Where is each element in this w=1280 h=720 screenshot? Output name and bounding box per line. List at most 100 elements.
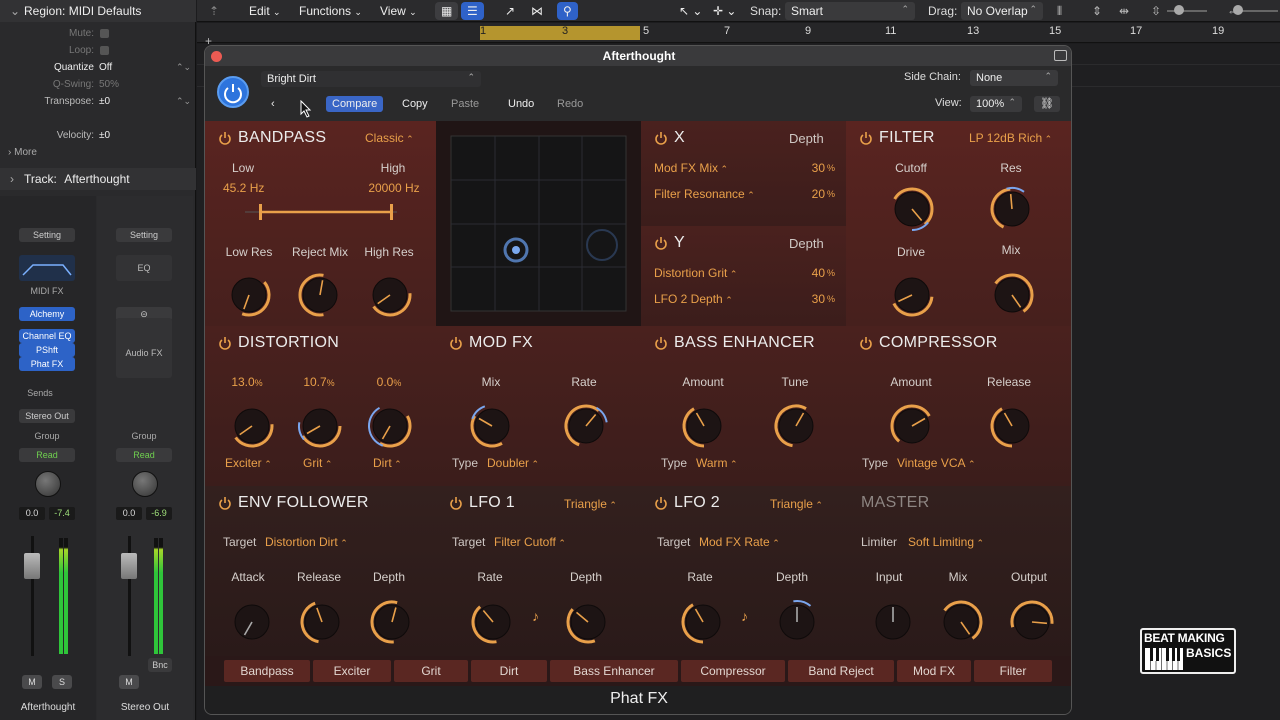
- power-icon[interactable]: [654, 236, 668, 250]
- param-velocity[interactable]: Velocity: ±0: [0, 127, 196, 144]
- compressor-amount-knob[interactable]: [886, 400, 938, 457]
- mute-button[interactable]: M: [22, 675, 42, 689]
- drag-select[interactable]: No Overlap: [961, 0, 1043, 20]
- timeline-ruler[interactable]: 1 3 5 7 9 11 13 15 17 19: [197, 23, 1280, 43]
- link-icon[interactable]: ⛓: [1034, 96, 1060, 112]
- x-target-select[interactable]: Filter Resonance: [654, 187, 755, 201]
- order-tab-bandpass[interactable]: Bandpass: [224, 660, 310, 682]
- mod-fx-type-select[interactable]: Doubler: [487, 456, 539, 470]
- param-transpose[interactable]: Transpose: ±0 ⌃⌄: [0, 93, 196, 110]
- y-target-select[interactable]: LFO 2 Depth: [654, 292, 733, 306]
- mute-button[interactable]: M: [119, 675, 139, 689]
- horizontal-zoom-slider[interactable]: [1242, 10, 1278, 12]
- power-icon[interactable]: [217, 76, 249, 108]
- env-release-knob[interactable]: [296, 596, 348, 653]
- lfo2-depth-knob[interactable]: [771, 596, 823, 653]
- order-tab-compressor[interactable]: Compressor: [681, 660, 785, 682]
- previous-preset-icon[interactable]: ‹: [265, 96, 281, 112]
- insert-slot-phat-fx[interactable]: Phat FX: [19, 357, 75, 371]
- low-frequency-value[interactable]: 45.2 Hz: [213, 181, 275, 195]
- power-icon[interactable]: [654, 336, 668, 350]
- track-header[interactable]: › Track: Afterthought: [0, 168, 196, 190]
- horizontal-zoom-icon[interactable]: ⇹: [1119, 3, 1129, 19]
- secondary-tool-icon[interactable]: ✛ ⌄: [705, 2, 744, 20]
- snap-select[interactable]: Smart: [785, 0, 915, 20]
- env-target-select[interactable]: Distortion Dirt: [265, 535, 348, 549]
- order-tab-mod-fx[interactable]: Mod FX: [897, 660, 971, 682]
- audio-fx-slot[interactable]: Audio FX: [116, 318, 172, 378]
- order-tab-exciter[interactable]: Exciter: [313, 660, 391, 682]
- lfo1-rate-knob[interactable]: [467, 596, 519, 653]
- insert-slot-pshft[interactable]: PShft: [19, 343, 75, 357]
- y-target-select[interactable]: Distortion Grit: [654, 266, 737, 280]
- exciter-select[interactable]: Exciter: [225, 456, 272, 470]
- power-icon[interactable]: [449, 496, 463, 510]
- tempo-sync-note-icon[interactable]: ♪: [741, 608, 748, 624]
- plugin-title-bar[interactable]: Afterthought: [205, 46, 1071, 66]
- volume-fader[interactable]: [24, 553, 40, 579]
- power-icon[interactable]: [859, 336, 873, 350]
- copy-button[interactable]: Copy: [396, 96, 434, 112]
- side-chain-select[interactable]: None: [970, 68, 1058, 86]
- edit-menu[interactable]: Edit ⌄: [241, 2, 289, 20]
- volume-fader[interactable]: [121, 553, 137, 579]
- bass-amount-knob[interactable]: [678, 400, 730, 457]
- y-depth-value[interactable]: 30: [791, 292, 825, 306]
- automation-mode[interactable]: Read: [19, 448, 75, 462]
- horizontal-zoom-thumb[interactable]: [1233, 5, 1243, 15]
- cutoff-knob[interactable]: [886, 183, 938, 240]
- dirt-knob[interactable]: [364, 400, 416, 457]
- mute-checkbox[interactable]: [100, 29, 109, 38]
- pan-knob[interactable]: [35, 471, 61, 497]
- drive-knob[interactable]: [886, 269, 938, 326]
- curve-tool-icon[interactable]: ↗: [497, 2, 523, 20]
- low-res-knob[interactable]: [223, 269, 275, 326]
- master-mix-knob[interactable]: [935, 596, 987, 653]
- loop-checkbox[interactable]: [100, 46, 109, 55]
- bass-tune-knob[interactable]: [770, 400, 822, 457]
- vertical-zoom-thumb[interactable]: [1174, 5, 1184, 15]
- grit-value[interactable]: 10.7%: [297, 375, 341, 389]
- param-mute[interactable]: Mute:: [0, 25, 196, 42]
- x-target-select[interactable]: Mod FX Mix: [654, 161, 728, 175]
- group-slot[interactable]: Group: [19, 431, 75, 441]
- xy-pad[interactable]: [436, 121, 641, 326]
- paste-button[interactable]: Paste: [445, 96, 485, 112]
- high-frequency-value[interactable]: 20000 Hz: [359, 181, 429, 195]
- bass-type-select[interactable]: Warm: [696, 456, 738, 470]
- order-tab-band-reject[interactable]: Band Reject: [788, 660, 894, 682]
- dirt-value[interactable]: 0.0%: [367, 375, 411, 389]
- tempo-sync-note-icon[interactable]: ♪: [532, 608, 539, 624]
- order-tab-bass-enhancer[interactable]: Bass Enhancer: [550, 660, 678, 682]
- y-depth-value[interactable]: 40: [791, 266, 825, 280]
- solo-button[interactable]: S: [52, 675, 72, 689]
- eq-thumbnail[interactable]: [19, 255, 75, 281]
- bandpass-range-slider[interactable]: [245, 201, 397, 223]
- order-tab-grit[interactable]: Grit: [394, 660, 468, 682]
- vertical-zoom-slider[interactable]: [1167, 10, 1207, 12]
- cycle-region[interactable]: [480, 26, 640, 40]
- waveform-zoom-icon[interactable]: ⫴: [1057, 3, 1062, 19]
- filter-mode-select[interactable]: LP 12dB Rich: [969, 131, 1052, 145]
- lfo2-rate-knob[interactable]: [677, 596, 729, 653]
- flex-tool-icon[interactable]: ⋈: [523, 2, 551, 20]
- dirt-select[interactable]: Dirt: [373, 456, 402, 470]
- limiter-select[interactable]: Soft Limiting: [908, 535, 984, 549]
- env-depth-knob[interactable]: [366, 596, 418, 653]
- lfo1-depth-knob[interactable]: [562, 596, 614, 653]
- mix-knob[interactable]: [986, 269, 1038, 326]
- automation-mode[interactable]: Read: [116, 448, 172, 462]
- undo-button[interactable]: Undo: [502, 96, 540, 112]
- up-arrow-icon[interactable]: ⇡: [209, 3, 219, 19]
- lfo2-waveform-select[interactable]: Triangle: [770, 497, 823, 511]
- setting-button[interactable]: Setting: [19, 228, 75, 242]
- midi-fx-slot[interactable]: MIDI FX: [19, 286, 75, 296]
- vertical-zoom-icon[interactable]: ⇕: [1092, 3, 1102, 19]
- preset-menu[interactable]: Bright Dirt: [261, 69, 481, 87]
- x-depth-value[interactable]: 30: [791, 161, 825, 175]
- pan-knob[interactable]: [132, 471, 158, 497]
- master-output-knob[interactable]: [1006, 596, 1058, 653]
- list-view-icon[interactable]: ☰: [461, 2, 484, 20]
- power-icon[interactable]: [654, 131, 668, 145]
- res-knob[interactable]: [986, 183, 1038, 240]
